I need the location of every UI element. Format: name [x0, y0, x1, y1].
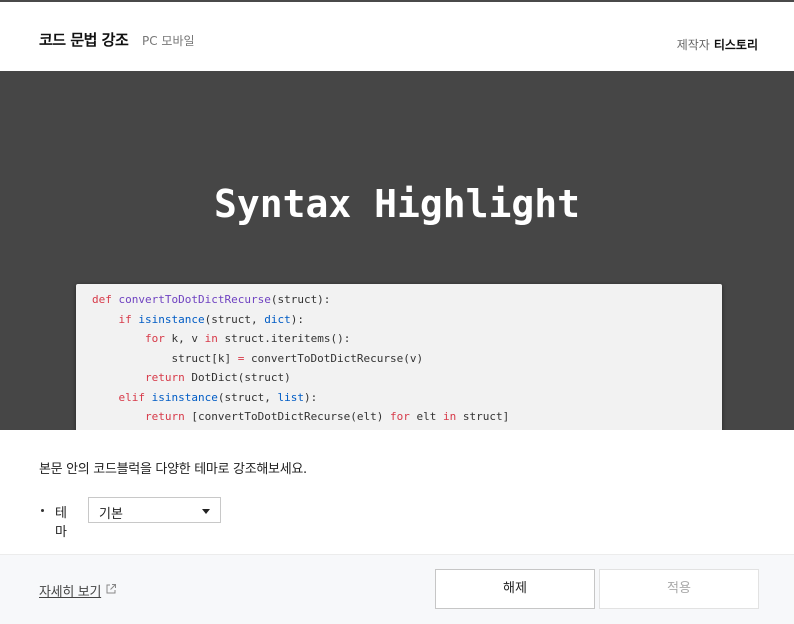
- code-line: def convertToDotDictRecurse(struct):: [92, 293, 331, 306]
- code-line: if isinstance(struct, dict):: [118, 312, 304, 326]
- theme-select[interactable]: 기본: [88, 497, 221, 523]
- platform-badge: PC 모바일: [142, 34, 195, 48]
- caret-down-icon: [202, 509, 210, 514]
- page-title: 코드 문법 강조: [39, 31, 129, 49]
- preview-banner: Syntax Highlight def convertToDotDictRec…: [0, 71, 794, 430]
- apply-button[interactable]: 적용: [599, 569, 759, 609]
- code-line: struct[k] = convertToDotDictRecurse(v): [92, 351, 424, 365]
- dialog-header: 코드 문법 강조 PC 모바일 제작자 티스토리: [0, 2, 794, 71]
- maker-name: 티스토리: [713, 38, 758, 52]
- code-line: return [convertToDotDictRecurse(elt) for…: [144, 410, 510, 423]
- external-link-icon[interactable]: [105, 583, 117, 595]
- release-button[interactable]: 해제: [435, 569, 595, 609]
- maker-label: 제작자: [676, 38, 710, 52]
- bullet-icon: [41, 509, 44, 512]
- code-line: return DotDict(struct): [144, 371, 291, 384]
- maker-info: 제작자 티스토리: [677, 36, 758, 53]
- code-line: for k, v in struct.iteritems():: [144, 332, 351, 345]
- code-line: elif isinstance(struct, list):: [118, 390, 318, 404]
- theme-select-value: 기본: [99, 507, 123, 522]
- dialog-footer: 자세히 보기 해제 적용: [0, 554, 794, 624]
- hero-title: Syntax Highlight: [213, 182, 581, 226]
- code-sample: def convertToDotDictRecurse(struct): if …: [76, 284, 722, 430]
- plugin-description: 본문 안의 코드블럭을 다양한 테마로 강조해보세요.: [39, 462, 307, 477]
- theme-label: 테마: [55, 506, 67, 540]
- more-info-link[interactable]: 자세히 보기: [39, 581, 101, 600]
